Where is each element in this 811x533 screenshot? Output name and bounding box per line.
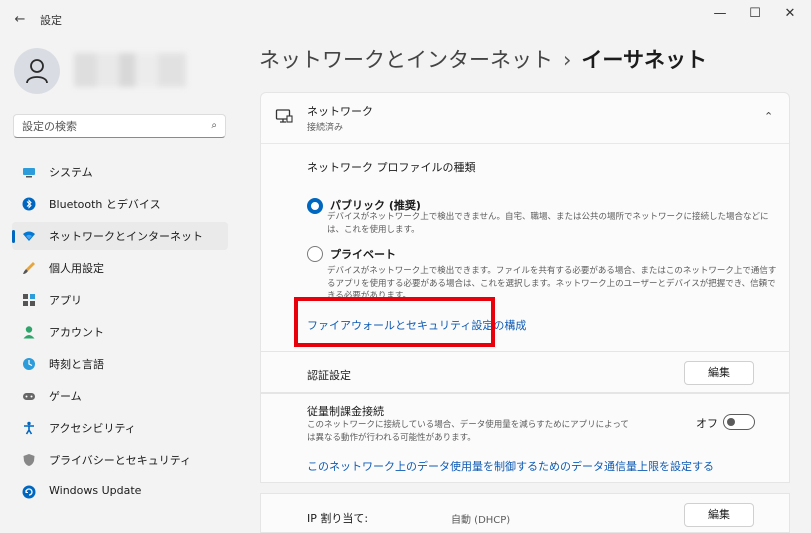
sidebar-item-label: Bluetooth とデバイス [49,198,161,211]
username-redacted [74,53,186,87]
sidebar-item-label: 時刻と言語 [49,358,104,371]
profile-type-heading: ネットワーク プロファイルの種類 [307,161,476,174]
sidebar-item-privacy[interactable]: プライバシーとセキュリティ [12,446,228,474]
auth-settings-label: 認証設定 [307,369,351,382]
sidebar-item-time-language[interactable]: 時刻と言語 [12,350,228,378]
sidebar-item-gaming[interactable]: ゲーム [12,382,228,410]
auth-settings-row: 認証設定 編集 [260,351,790,393]
network-status: 接続済み [307,123,344,133]
sidebar-item-label: プライバシーとセキュリティ [49,454,192,467]
bluetooth-icon [22,197,36,211]
person-icon [23,326,35,339]
data-limit-link[interactable]: このネットワーク上のデータ使用量を制御するためのデータ通信量上限を設定する [307,458,714,474]
minimize-button[interactable]: — [700,0,740,30]
update-icon [22,485,36,499]
metered-toggle[interactable] [723,414,755,430]
sidebar-item-system[interactable]: システム [12,158,228,186]
ip-assignment-row: IP 割り当て: 自動 (DHCP) 編集 [260,493,790,533]
highlight-annotation [294,297,495,347]
sidebar-item-network[interactable]: ネットワークとインターネット [12,222,228,250]
sidebar-item-accounts[interactable]: アカウント [12,318,228,346]
ip-edit-button[interactable]: 編集 [684,503,754,527]
brush-icon [23,262,35,274]
accessibility-icon [24,421,34,435]
monitor-icon [23,168,35,178]
private-description-clip: デバイスがネットワーク上で検出できます。ファイルを共有する必要がある場合、または… [327,265,777,297]
toggle-knob [727,418,735,426]
search-icon[interactable]: ⌕ [211,120,217,131]
ip-assignment-value: 自動 (DHCP) [451,515,511,526]
sidebar-item-bluetooth[interactable]: Bluetooth とデバイス [12,190,228,218]
sidebar-item-label: ゲーム [49,390,82,403]
globe-clock-icon [23,358,35,370]
maximize-button[interactable]: ☐ [735,0,775,30]
metered-toggle-state: オフ [696,417,718,430]
sidebar-item-windows-update[interactable]: Windows Update [12,478,228,506]
public-description: デバイスがネットワーク上で検出できません。自宅、職場、または公共の場所でネットワ… [327,212,769,235]
active-indicator [12,230,15,243]
sidebar-item-label: アプリ [49,294,82,307]
sidebar-item-label: 個人用設定 [49,262,104,275]
page-title: イーサネット [581,48,707,72]
sidebar-item-personalization[interactable]: 個人用設定 [12,254,228,282]
close-button[interactable]: ✕ [770,0,810,30]
chevron-up-icon[interactable]: ⌃ [764,110,773,123]
person-icon [26,59,48,84]
search-input[interactable] [22,118,202,134]
private-description: デバイスがネットワーク上で検出できます。ファイルを共有する必要がある場合、または… [327,266,777,297]
sidebar-item-label: ネットワークとインターネット [49,230,203,243]
title-bar: ← 設定 — ☐ ✕ [0,0,811,40]
public-radio[interactable] [307,198,323,214]
shield-icon [23,454,35,466]
metered-connection-description: このネットワークに接続している場合、データ使用量を減らすためにアプリによっては異… [307,420,629,443]
network-name: ネットワーク [307,105,373,118]
breadcrumb: ネットワークとインターネット › イーサネット [259,44,707,74]
breadcrumb-separator: › [563,48,572,72]
wifi-icon [23,231,35,241]
avatar[interactable] [14,48,60,94]
network-card-header[interactable]: ネットワーク 接続済み ⌃ [261,93,789,144]
back-button[interactable]: ← [10,10,30,30]
sidebar-item-label: Windows Update [49,484,142,497]
sidebar-item-apps[interactable]: アプリ [12,286,228,314]
sidebar-item-label: システム [49,166,93,179]
gamepad-icon [23,393,35,400]
app-title: 設定 [40,14,62,27]
auth-edit-button[interactable]: 編集 [684,361,754,385]
metered-connection-label: 従量制課金接続 [307,405,384,418]
metered-connection-row: 従量制課金接続 このネットワークに接続している場合、データ使用量を減らすためにア… [260,393,790,483]
sidebar-item-accessibility[interactable]: アクセシビリティ [12,414,228,442]
private-label[interactable]: プライベート [330,246,396,262]
apps-icon [23,294,35,306]
private-radio[interactable] [307,246,323,262]
sidebar-item-label: アカウント [49,326,104,339]
breadcrumb-parent[interactable]: ネットワークとインターネット [259,48,553,72]
ethernet-icon [275,109,293,123]
settings-search-box[interactable]: ⌕ [13,114,226,138]
sidebar-item-label: アクセシビリティ [49,422,136,435]
ip-assignment-label: IP 割り当て: [307,512,369,525]
